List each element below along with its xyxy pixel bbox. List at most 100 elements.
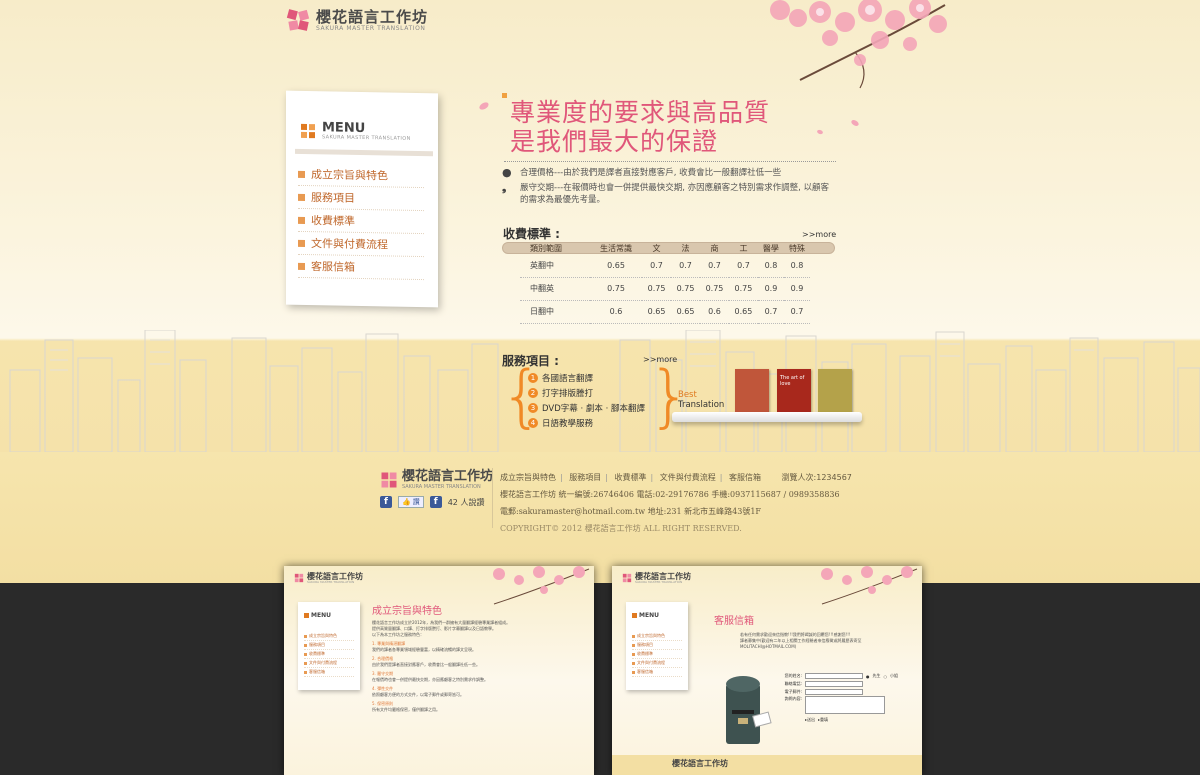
footer-link[interactable]: 文件與付費流程 bbox=[660, 473, 716, 482]
menu-item-services[interactable]: 服務項目 bbox=[632, 641, 682, 650]
square-bullet-icon bbox=[298, 239, 305, 247]
menu-item-about[interactable]: 成立宗旨與特色 bbox=[632, 632, 682, 641]
footer-link[interactable]: 客服信箱 bbox=[729, 473, 761, 482]
gender-male-radio[interactable]: ● bbox=[866, 674, 870, 679]
menu-divider bbox=[295, 148, 433, 157]
page-heading: 成立宗旨與特色 bbox=[372, 606, 442, 617]
menu-logo-icon bbox=[304, 613, 309, 618]
feature-list: ● 合理價格---由於我們是譯者直接對應客戶, 收費會比一般翻譯社低一些 ❟ 嚴… bbox=[502, 167, 832, 209]
brand-tagline: SAKURA MASTER TRANSLATION bbox=[316, 24, 426, 32]
menu-logo-icon bbox=[301, 123, 315, 138]
table-row: 日翻中 0.6 0.65 0.65 0.6 0.65 0.7 0.7 bbox=[520, 300, 810, 324]
services-list: 1 各國語言翻譯 2 打字排版謄打 3 DVD字幕 · 劇本 · 腳本翻譯 4 日語教學… bbox=[528, 370, 645, 430]
facebook-icon: f bbox=[429, 496, 442, 508]
menu-item-process[interactable]: 文件與付費流程 bbox=[298, 231, 424, 258]
sakura-logo-icon bbox=[294, 573, 304, 583]
brand-logo: 櫻花語言工作坊 SAKURA MASTER TRANSLATION bbox=[622, 572, 691, 584]
shelf-label: Best Translation bbox=[678, 390, 725, 410]
footer-nav: 成立宗旨與特色 | 服務項目 | 收費標準 | 文件與付費流程 | 客服信箱 瀏覽人次:… bbox=[500, 473, 852, 482]
service-item[interactable]: 3 DVD字幕 · 劇本 · 腳本翻譯 bbox=[528, 400, 645, 415]
petal-icon bbox=[479, 102, 489, 110]
footer-link[interactable]: 成立宗旨與特色 bbox=[500, 473, 556, 482]
sakura-logo-icon bbox=[286, 9, 310, 31]
menu-item-contact[interactable]: 客服信箱 bbox=[304, 668, 354, 677]
footer-logo[interactable]: 櫻花語言工作坊 SAKURA MASTER TRANSLATION bbox=[380, 470, 493, 490]
headline-accent bbox=[502, 93, 507, 98]
menu-item-pricing[interactable]: 收費標準 bbox=[632, 650, 682, 659]
pricing-header-row: 類別範圍 生活常識 文 法 商 工 醫學 特殊 bbox=[530, 243, 805, 253]
hero-headline: 專業度的要求與高品質 是我們最大的保證 bbox=[510, 98, 770, 156]
brand-logo: 櫻花語言工作坊 SAKURA MASTER TRANSLATION bbox=[294, 572, 363, 584]
visitor-counter: 瀏覽人次:1234567 bbox=[781, 473, 852, 482]
menu-item-services[interactable]: 服務項目 bbox=[304, 641, 354, 650]
hero-line-2: 是我們最大的保證 bbox=[510, 127, 719, 156]
comma-bullet-icon: ❟ bbox=[502, 181, 507, 194]
square-bullet-icon bbox=[298, 216, 305, 224]
menu-item-services[interactable]: 服務項目 bbox=[298, 185, 424, 212]
menu-list: 成立宗旨與特色 服務項目 收費標準 文件與付費流程 客服信箱 bbox=[632, 632, 682, 677]
square-bullet-icon bbox=[298, 170, 305, 178]
main-page-mockup: 櫻花語言工作坊 SAKURA MASTER TRANSLATION MENU S… bbox=[0, 0, 1200, 583]
cherry-blossom-decoration bbox=[821, 566, 918, 605]
footer-divider bbox=[492, 468, 493, 528]
menu-logo-icon bbox=[632, 613, 637, 618]
menu-item-process[interactable]: 文件與付費流程 bbox=[304, 659, 354, 668]
hero-line-1: 專業度的要求與高品質 bbox=[510, 98, 771, 127]
message-textarea[interactable] bbox=[805, 696, 885, 714]
phone-field[interactable] bbox=[805, 681, 863, 687]
book-icon bbox=[818, 369, 852, 413]
sakura-logo-icon bbox=[622, 573, 632, 583]
facebook-icon[interactable]: f bbox=[380, 496, 392, 508]
email-field[interactable] bbox=[805, 689, 863, 695]
mailbox-icon bbox=[726, 676, 772, 744]
dot-bullet-icon: ● bbox=[502, 166, 512, 179]
pricing-table: 類別範圍 生活常識 文 法 商 工 醫學 特殊 英翻中 0.65 0.7 0.7… bbox=[520, 242, 810, 324]
contact-page-thumbnail: 櫻花語言工作坊 SAKURA MASTER TRANSLATION MENU 成立… bbox=[612, 566, 922, 775]
petal-icon bbox=[817, 129, 823, 135]
page-heading: 客服信箱 bbox=[714, 616, 754, 627]
pricing-title: 收費標準 : bbox=[503, 227, 560, 241]
social-bar: f 👍 讚 f 42 人說讚 bbox=[380, 496, 484, 508]
menu-card: MENU SAKURA MASTER TRANSLATION 成立宗旨與特色 服… bbox=[286, 90, 438, 308]
send-button[interactable]: ▸送出 bbox=[805, 717, 815, 723]
about-page-thumbnail: 櫻花語言工作坊 SAKURA MASTER TRANSLATION MENU 成立… bbox=[284, 566, 594, 775]
facebook-like-button[interactable]: 👍 讚 bbox=[398, 496, 424, 508]
menu-item-pricing[interactable]: 收費標準 bbox=[304, 650, 354, 659]
footer-link[interactable]: 收費標準 bbox=[615, 473, 647, 482]
brand-logo[interactable]: 櫻花語言工作坊 SAKURA MASTER TRANSLATION bbox=[286, 8, 428, 32]
menu-item-about[interactable]: 成立宗旨與特色 bbox=[298, 162, 424, 189]
brand-name: 櫻花語言工作坊 bbox=[316, 7, 429, 26]
menu-item-pricing[interactable]: 收費標準 bbox=[298, 208, 424, 235]
menu-item-about[interactable]: 成立宗旨與特色 bbox=[304, 632, 354, 641]
menu-subtitle: SAKURA MASTER TRANSLATION bbox=[322, 134, 411, 142]
square-bullet-icon bbox=[298, 262, 305, 270]
menu-item-contact[interactable]: 客服信箱 bbox=[632, 668, 682, 677]
petal-icon bbox=[851, 120, 859, 126]
book-icon: The art of love bbox=[777, 369, 811, 413]
square-bullet-icon bbox=[298, 193, 305, 201]
name-field[interactable] bbox=[805, 673, 863, 679]
menu-card: MENU 成立宗旨與特色 服務項目 收費標準 文件與付費流程 客服信箱 bbox=[626, 602, 688, 690]
feature-item: ❟ 嚴守交期---在報價時也會一併提供最快交期, 亦因應顧客之特別需求作調整, … bbox=[502, 181, 830, 206]
like-count: 42 人說讚 bbox=[447, 497, 485, 507]
contact-form: 您的姓名: ● 先生 ○ 小姐 聯絡電話: 電子郵件: 詢問內容: ▸送出 ▸重填 bbox=[784, 673, 898, 723]
pricing-more-link[interactable]: >>more bbox=[802, 230, 836, 239]
service-item[interactable]: 2 打字排版謄打 bbox=[528, 385, 645, 400]
reset-button[interactable]: ▸重填 bbox=[818, 717, 828, 723]
menu-item-process[interactable]: 文件與付費流程 bbox=[632, 659, 682, 668]
copyright: COPYRIGHT© 2012 櫻花語言工作坊 ALL RIGHT RESERV… bbox=[500, 524, 742, 533]
cherry-blossom-decoration bbox=[493, 566, 590, 605]
footer-contact-1: 櫻花語言工作坊 統一編號:26746406 電話:02-29176786 手機:… bbox=[500, 490, 840, 499]
service-item[interactable]: 1 各國語言翻譯 bbox=[528, 370, 645, 385]
footer-link[interactable]: 服務項目 bbox=[569, 473, 601, 482]
menu-item-contact[interactable]: 客服信箱 bbox=[298, 254, 424, 281]
table-row: 英翻中 0.65 0.7 0.7 0.7 0.7 0.8 0.8 bbox=[520, 254, 810, 278]
table-row: 中翻英 0.75 0.75 0.75 0.75 0.75 0.9 0.9 bbox=[520, 277, 810, 301]
service-item[interactable]: 4 日語教學服務 bbox=[528, 415, 645, 430]
menu-list: 成立宗旨與特色 服務項目 收費標準 文件與付費流程 客服信箱 bbox=[304, 632, 354, 677]
gender-female-radio[interactable]: ○ bbox=[884, 674, 888, 679]
footer: 櫻花語言工作坊 bbox=[612, 755, 922, 775]
thumbs-up-icon: 👍 bbox=[402, 498, 411, 506]
contact-intro: 若有任何需求歡迎來信指教!!!我們將竭誠的回覆您!!!感謝您!!! 譯者募集中(… bbox=[740, 632, 862, 649]
menu-card: MENU 成立宗旨與特色 服務項目 收費標準 文件與付費流程 客服信箱 bbox=[298, 602, 360, 690]
